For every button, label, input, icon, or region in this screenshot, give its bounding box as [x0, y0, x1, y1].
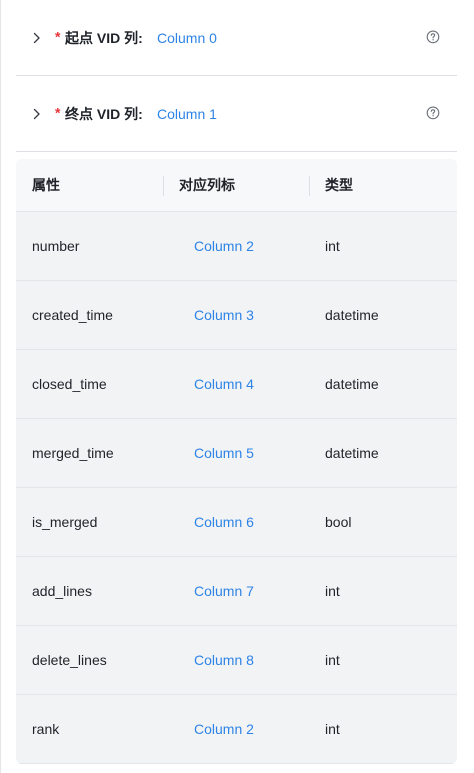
property-type: int	[325, 583, 340, 599]
property-type: bool	[325, 514, 352, 530]
required-mark: *	[55, 28, 61, 45]
column-select[interactable]: Column 3	[194, 307, 254, 323]
header-property: 属性	[32, 177, 60, 193]
property-mapping-table: 属性 对应列标 类型 number Column 2 int created_t…	[16, 159, 457, 764]
property-name: delete_lines	[32, 652, 107, 668]
property-type: datetime	[325, 307, 379, 323]
column-select[interactable]: Column 8	[194, 652, 254, 668]
column-select[interactable]: Column 2	[194, 721, 254, 737]
property-name: merged_time	[32, 445, 114, 461]
table-row: merged_time Column 5 datetime	[16, 419, 457, 488]
panel: * 起点 VID 列: Column 0 * 终点 VID 列: Column …	[0, 0, 474, 773]
property-name: rank	[32, 721, 60, 737]
header-type: 类型	[325, 177, 353, 193]
property-type: int	[325, 652, 340, 668]
start-vid-label: 起点 VID 列:	[65, 29, 143, 46]
property-name: created_time	[32, 307, 113, 323]
chevron-right-icon[interactable]	[30, 31, 44, 45]
start-vid-value[interactable]: Column 0	[157, 30, 217, 46]
table-row: number Column 2 int	[16, 212, 457, 281]
end-vid-label: 终点 VID 列:	[65, 105, 143, 122]
table-row: add_lines Column 7 int	[16, 557, 457, 626]
help-icon[interactable]	[426, 29, 440, 43]
end-vid-value[interactable]: Column 1	[157, 106, 217, 122]
column-select[interactable]: Column 2	[194, 238, 254, 254]
property-type: datetime	[325, 445, 379, 461]
table-row: rank Column 2 int	[16, 695, 457, 764]
property-type: int	[325, 238, 340, 254]
column-select[interactable]: Column 4	[194, 376, 254, 392]
table-row: is_merged Column 6 bool	[16, 488, 457, 557]
column-select[interactable]: Column 5	[194, 445, 254, 461]
property-type: datetime	[325, 376, 379, 392]
end-vid-row[interactable]: * 终点 VID 列: Column 1	[16, 76, 457, 152]
help-icon[interactable]	[426, 105, 440, 119]
start-vid-row[interactable]: * 起点 VID 列: Column 0	[16, 0, 457, 76]
required-mark: *	[55, 104, 61, 121]
chevron-right-icon[interactable]	[30, 107, 44, 121]
table-body: number Column 2 int created_time Column …	[16, 212, 457, 764]
table-row: closed_time Column 4 datetime	[16, 350, 457, 419]
property-name: add_lines	[32, 583, 92, 599]
property-name: is_merged	[32, 514, 98, 530]
column-select[interactable]: Column 7	[194, 583, 254, 599]
header-divider	[163, 176, 164, 196]
table-row: created_time Column 3 datetime	[16, 281, 457, 350]
header-column: 对应列标	[179, 177, 235, 193]
property-name: number	[32, 238, 80, 254]
table-header: 属性 对应列标 类型	[16, 159, 457, 212]
header-divider	[309, 176, 310, 196]
property-name: closed_time	[32, 376, 107, 392]
table-row: delete_lines Column 8 int	[16, 626, 457, 695]
property-type: int	[325, 721, 340, 737]
column-select[interactable]: Column 6	[194, 514, 254, 530]
